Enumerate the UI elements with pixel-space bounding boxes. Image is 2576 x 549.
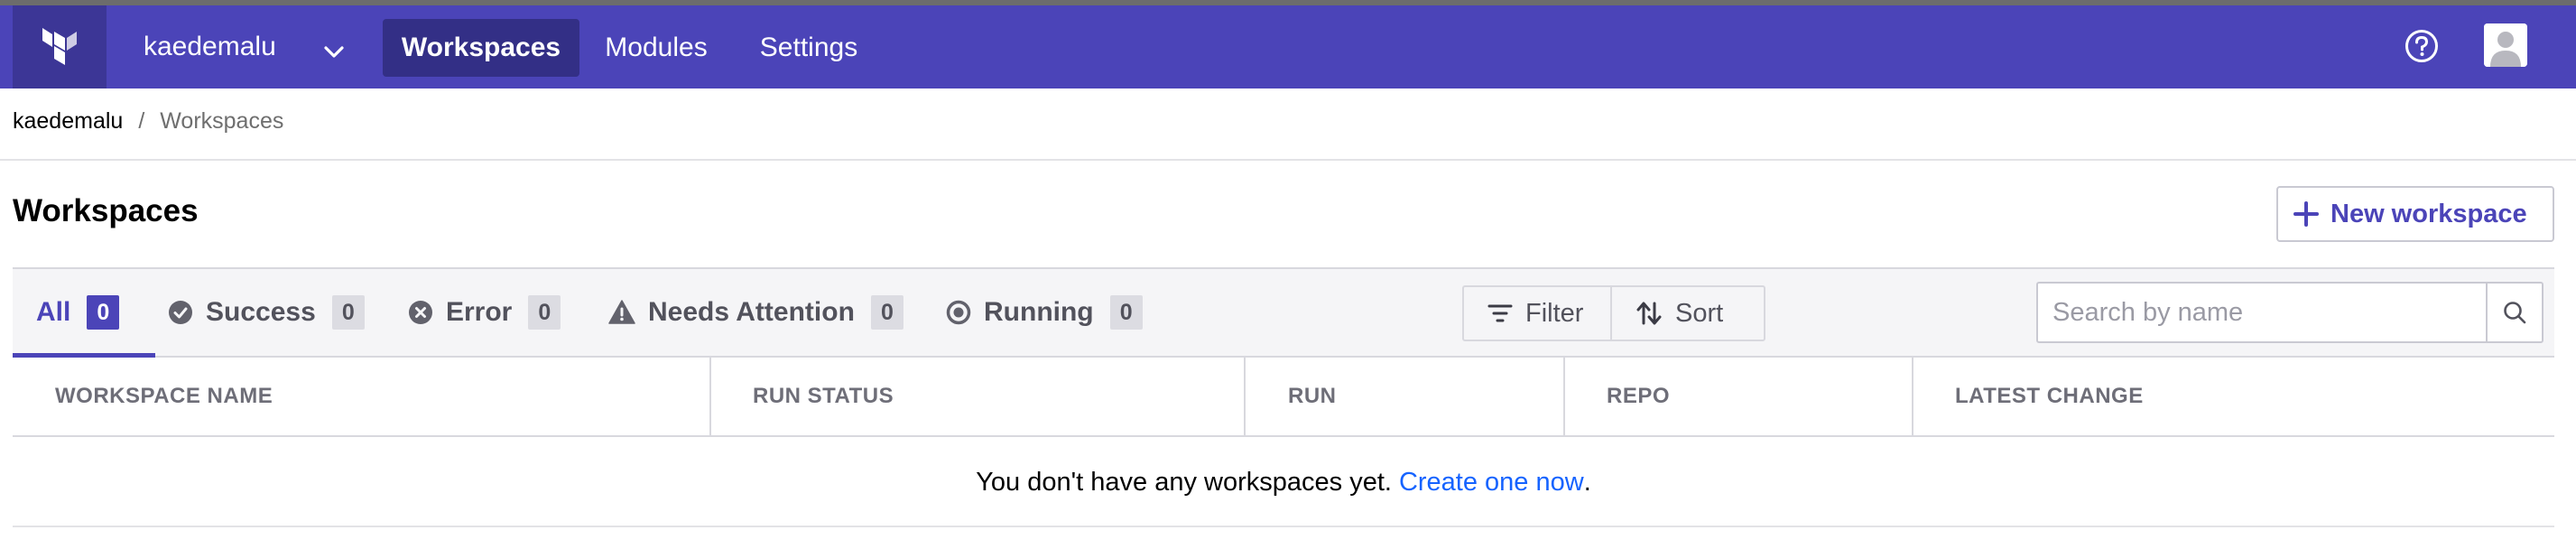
empty-state-row: You don't have any workspaces yet. Creat… [13, 437, 2554, 527]
tab-needs-attention-count: 0 [870, 295, 903, 330]
tab-needs-attention-label: Needs Attention [648, 297, 855, 327]
column-divider [1912, 358, 1913, 435]
tab-success-label: Success [206, 297, 316, 327]
column-divider [1563, 358, 1565, 435]
sort-button[interactable]: Sort [1612, 287, 1723, 340]
empty-state-suffix: . [1583, 467, 1591, 497]
tab-all-label: All [36, 297, 71, 327]
filter-button[interactable]: Filter [1464, 287, 1612, 340]
tab-all-count: 0 [87, 295, 120, 330]
column-divider [1244, 358, 1246, 435]
running-circle-icon [946, 300, 971, 325]
breadcrumb: kaedemalu / Workspaces [13, 108, 283, 135]
sort-label: Sort [1675, 298, 1724, 328]
org-switcher[interactable]: kaedemalu [126, 5, 352, 88]
top-navigation: kaedemalu Workspaces Modules Settings [0, 5, 2576, 88]
column-header-repo[interactable]: REPO [1607, 358, 1670, 435]
search-input[interactable] [2038, 284, 2486, 341]
tab-needs-attention[interactable]: Needs Attention 0 [608, 269, 903, 356]
create-workspace-link[interactable]: Create one now [1399, 468, 1584, 498]
nav-item-settings[interactable]: Settings [738, 19, 879, 77]
help-circle-icon[interactable] [2405, 29, 2439, 63]
tab-success[interactable]: Success 0 [168, 269, 365, 356]
warning-triangle-icon [608, 300, 635, 325]
filter-sort-group: Filter Sort [1462, 285, 1765, 341]
new-workspace-button[interactable]: New workspace [2276, 186, 2554, 242]
nav-item-modules[interactable]: Modules [588, 19, 724, 77]
tab-all[interactable]: All 0 [36, 269, 120, 356]
column-header-run-status[interactable]: RUN STATUS [753, 358, 894, 435]
column-header-workspace-name[interactable]: WORKSPACE NAME [55, 358, 273, 435]
divider [13, 526, 2554, 527]
chevron-down-icon [323, 36, 345, 67]
tab-running-label: Running [984, 297, 1094, 327]
new-workspace-label: New workspace [2330, 199, 2527, 228]
table-header: WORKSPACE NAME RUN STATUS RUN REPO LATES… [13, 358, 2554, 437]
plus-icon [2293, 200, 2320, 228]
terraform-logo-icon[interactable] [13, 5, 107, 88]
sort-icon [1635, 301, 1663, 326]
tab-running[interactable]: Running 0 [946, 269, 1143, 356]
x-circle-icon [408, 300, 433, 325]
tab-error-label: Error [446, 297, 513, 327]
column-header-latest-change[interactable]: LATEST CHANGE [1955, 358, 2144, 435]
tab-success-count: 0 [331, 295, 365, 330]
breadcrumb-current: Workspaces [160, 108, 284, 134]
tab-error[interactable]: Error 0 [408, 269, 561, 356]
tab-error-count: 0 [528, 295, 561, 330]
page-title: Workspaces [13, 193, 199, 228]
search-button[interactable] [2486, 284, 2542, 341]
column-divider [709, 358, 711, 435]
filter-bar: All 0 Success 0 Error 0 Needs Attention … [13, 267, 2554, 358]
filter-icon [1487, 302, 1513, 324]
divider [0, 159, 2576, 161]
nav-item-workspaces[interactable]: Workspaces [383, 19, 579, 77]
breadcrumb-org-link[interactable]: kaedemalu [13, 108, 123, 135]
search-box [2036, 282, 2544, 343]
column-header-run[interactable]: RUN [1288, 358, 1337, 435]
tab-running-count: 0 [1109, 295, 1143, 330]
check-circle-icon [168, 300, 193, 325]
empty-state-message: You don't have any workspaces yet. [976, 467, 1392, 497]
user-avatar-icon[interactable] [2484, 23, 2527, 67]
filter-label: Filter [1525, 298, 1584, 328]
search-icon [2502, 300, 2527, 325]
org-name: kaedemalu [144, 32, 276, 61]
breadcrumb-separator: / [138, 108, 145, 134]
